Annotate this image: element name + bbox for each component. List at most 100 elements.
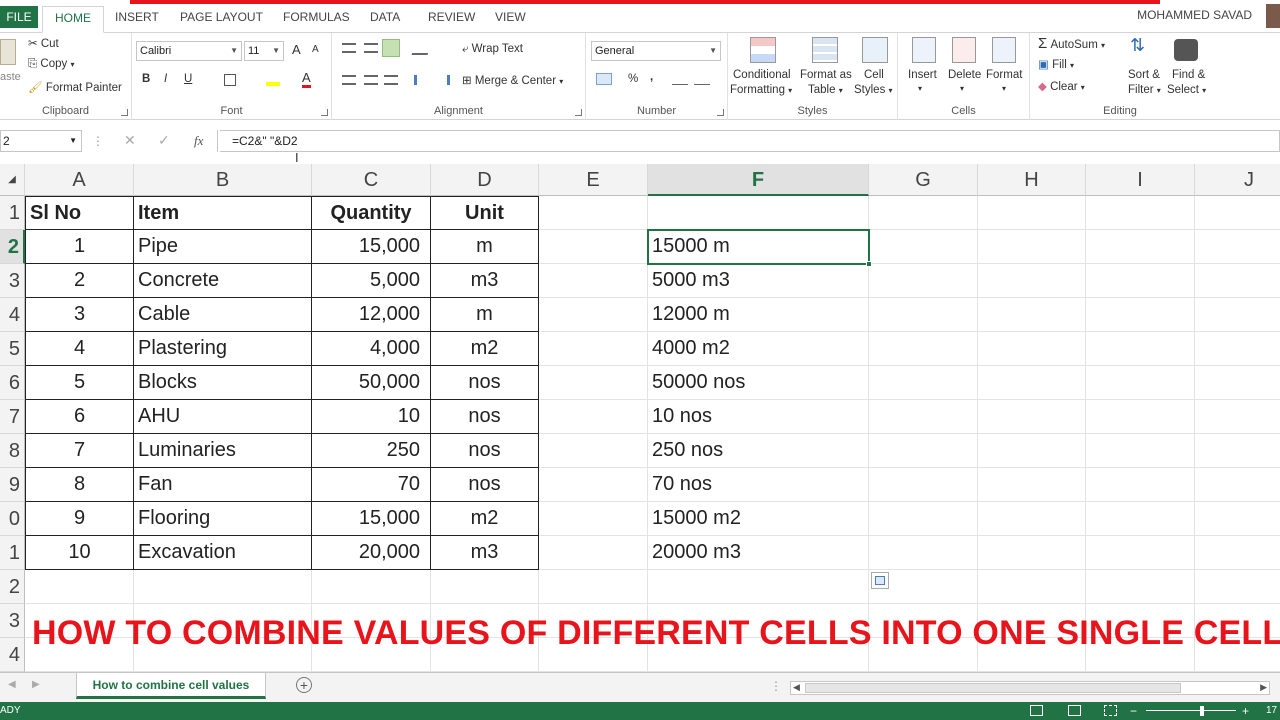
row-header[interactable]: 3 — [0, 604, 25, 638]
scroll-right-arrow-icon[interactable]: ▶ — [1260, 682, 1267, 693]
grid-cell[interactable] — [978, 332, 1086, 366]
format-as-table-icon[interactable] — [812, 37, 838, 63]
scroll-right-icon[interactable]: ▶ — [32, 679, 40, 690]
zoom-level[interactable]: 17 — [1266, 702, 1277, 720]
combined-cell[interactable]: 15000 m2 — [648, 502, 869, 536]
combined-cell[interactable]: 15000 m — [648, 230, 869, 264]
grid-cell[interactable] — [978, 400, 1086, 434]
tab-data[interactable]: DATA — [370, 6, 400, 33]
normal-view-icon[interactable] — [1030, 705, 1043, 716]
worksheet-grid[interactable]: ◢ A B C D E F G H I J 1 2 3 4 5 6 7 8 9 … — [0, 164, 1280, 672]
formula-input[interactable]: =C2&" "&D2 — [220, 130, 1280, 152]
table-cell[interactable]: 50,000 — [312, 366, 431, 400]
table-cell[interactable]: m — [431, 298, 539, 332]
paste-label[interactable]: aste — [0, 71, 21, 83]
col-header-h[interactable]: H — [978, 164, 1086, 196]
chevron-down-icon[interactable]: ▾ — [1002, 84, 1006, 93]
row-header[interactable]: 2 — [0, 570, 25, 604]
conditional-formatting-icon[interactable] — [750, 37, 776, 63]
grid-cell[interactable] — [1086, 298, 1195, 332]
row-header[interactable]: 2 — [0, 230, 25, 264]
row-header[interactable]: 3 — [0, 264, 25, 298]
table-cell[interactable]: 4,000 — [312, 332, 431, 366]
enter-icon[interactable]: ✓ — [158, 132, 170, 149]
scroll-left-icon[interactable]: ◀ — [8, 679, 16, 690]
col-header-i[interactable]: I — [1086, 164, 1195, 196]
chevron-down-icon[interactable]: ▾ — [960, 84, 964, 93]
table-cell[interactable]: nos — [431, 400, 539, 434]
col-header-c[interactable]: C — [312, 164, 431, 196]
add-sheet-button[interactable]: + — [296, 677, 312, 693]
table-cell[interactable]: 7 — [25, 434, 134, 468]
decrease-decimal-icon[interactable] — [694, 73, 710, 85]
row-header[interactable]: 6 — [0, 366, 25, 400]
grid-cell[interactable] — [539, 264, 648, 298]
grid-cell[interactable] — [978, 434, 1086, 468]
grid-cell[interactable] — [1195, 536, 1280, 570]
table-cell[interactable]: Fan — [134, 468, 312, 502]
scrollbar-thumb[interactable] — [805, 683, 1181, 693]
grid-cell[interactable] — [648, 196, 869, 230]
grid-cell[interactable] — [1086, 264, 1195, 298]
table-cell[interactable]: 70 — [312, 468, 431, 502]
grid-cell[interactable] — [1195, 468, 1280, 502]
table-cell[interactable]: 10 — [312, 400, 431, 434]
grid-cell[interactable] — [1086, 502, 1195, 536]
fill-button[interactable]: ▣ Fill ▾ — [1038, 57, 1074, 71]
table-cell[interactable]: 4 — [25, 332, 134, 366]
grid-cell[interactable] — [978, 264, 1086, 298]
wrap-text-button[interactable]: ⤶ Wrap Text — [462, 43, 523, 56]
grow-font-button[interactable]: A — [292, 42, 301, 57]
cell-styles-icon[interactable] — [862, 37, 888, 63]
col-header-e[interactable]: E — [539, 164, 648, 196]
row-header[interactable]: 1 — [0, 536, 25, 570]
table-cell[interactable]: m3 — [431, 536, 539, 570]
tab-review[interactable]: REVIEW — [428, 6, 475, 33]
combined-cell[interactable]: 70 nos — [648, 468, 869, 502]
table-cell[interactable]: 5 — [25, 366, 134, 400]
align-bottom-icon[interactable] — [382, 39, 400, 57]
combined-cell[interactable]: 250 nos — [648, 434, 869, 468]
grid-cell[interactable] — [978, 502, 1086, 536]
grid-cell[interactable] — [978, 468, 1086, 502]
align-center-icon[interactable] — [364, 75, 378, 85]
col-header-a[interactable]: A — [25, 164, 134, 196]
combined-cell[interactable]: 4000 m2 — [648, 332, 869, 366]
grid-cell[interactable] — [539, 400, 648, 434]
increase-indent-icon[interactable] — [436, 75, 450, 85]
grid-cell[interactable] — [648, 570, 869, 604]
row-header[interactable]: 4 — [0, 638, 25, 672]
table-cell[interactable]: Blocks — [134, 366, 312, 400]
grid-cell[interactable] — [978, 196, 1086, 230]
tab-formulas[interactable]: FORMULAS — [283, 6, 350, 33]
grid-cell[interactable] — [1086, 536, 1195, 570]
table-cell[interactable]: nos — [431, 434, 539, 468]
chevron-down-icon[interactable]: ▾ — [918, 84, 922, 93]
fill-handle[interactable] — [866, 261, 872, 267]
table-header-cell[interactable]: Quantity — [312, 196, 431, 230]
grid-cell[interactable] — [869, 502, 978, 536]
number-format-select[interactable]: General ▼ — [591, 41, 721, 61]
table-cell[interactable]: 250 — [312, 434, 431, 468]
grid-cell[interactable] — [978, 536, 1086, 570]
grid-cell[interactable] — [869, 400, 978, 434]
table-cell[interactable]: Flooring — [134, 502, 312, 536]
combined-cell[interactable]: 5000 m3 — [648, 264, 869, 298]
table-cell[interactable]: m2 — [431, 332, 539, 366]
row-header[interactable]: 7 — [0, 400, 25, 434]
find-select-label-2[interactable]: Select ▾ — [1167, 84, 1206, 96]
table-header-cell[interactable]: Sl No — [25, 196, 134, 230]
grid-cell[interactable] — [1195, 366, 1280, 400]
table-cell[interactable]: 3 — [25, 298, 134, 332]
combined-cell[interactable]: 10 nos — [648, 400, 869, 434]
autosum-button[interactable]: Σ AutoSum ▾ — [1038, 35, 1105, 52]
delete-cells-icon[interactable] — [952, 37, 976, 63]
table-cell[interactable]: Luminaries — [134, 434, 312, 468]
zoom-in-icon[interactable]: + — [1242, 702, 1249, 720]
grid-cell[interactable] — [312, 570, 431, 604]
row-header[interactable]: 4 — [0, 298, 25, 332]
table-cell[interactable]: 20,000 — [312, 536, 431, 570]
align-top-icon[interactable] — [342, 43, 356, 53]
tab-view[interactable]: VIEW — [495, 6, 526, 33]
tab-file[interactable]: FILE — [0, 6, 38, 28]
